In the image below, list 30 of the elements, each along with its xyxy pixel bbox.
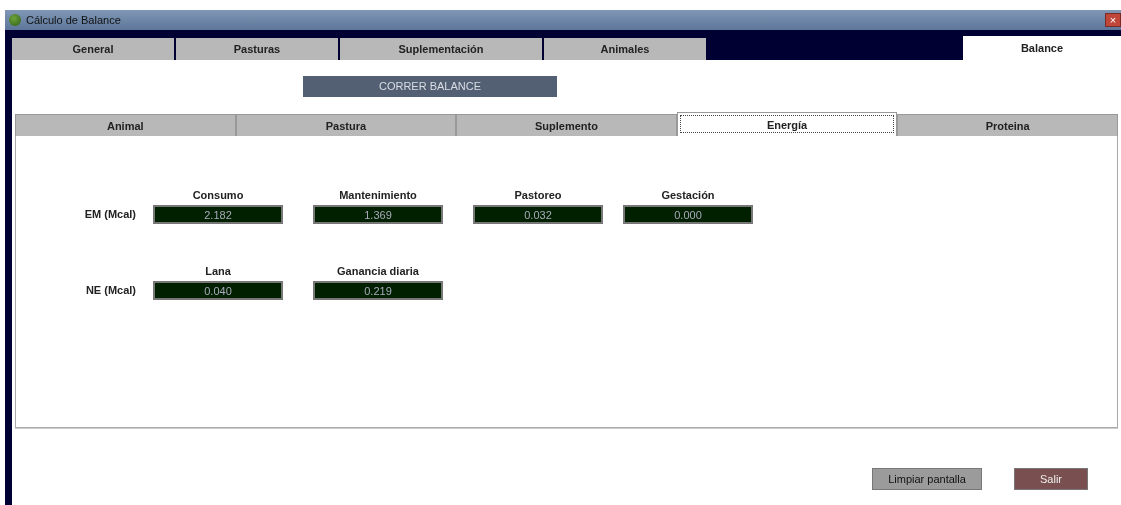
run-button[interactable]: CORRER BALANCE bbox=[303, 75, 557, 97]
close-button[interactable]: × bbox=[1105, 13, 1121, 27]
tab[interactable]: Pastura bbox=[235, 114, 457, 136]
value-field[interactable]: 0.219 bbox=[313, 281, 443, 300]
value-field[interactable]: 0.032 bbox=[473, 205, 603, 224]
value-field[interactable]: 1.369 bbox=[313, 205, 443, 224]
leaf-icon bbox=[9, 14, 21, 26]
value-field[interactable]: 2.182 bbox=[153, 205, 283, 224]
field-label: Pastoreo bbox=[514, 189, 562, 201]
tab[interactable]: Suplemento bbox=[456, 114, 677, 136]
exit-button[interactable]: Salir bbox=[1014, 468, 1088, 490]
field-label: Lana bbox=[205, 265, 231, 277]
tab[interactable]: Pasturas bbox=[176, 38, 340, 60]
window-title: Cálculo de Balance bbox=[26, 14, 122, 26]
tab[interactable]: Suplementación bbox=[340, 38, 544, 60]
value-field[interactable]: 0.000 bbox=[623, 205, 753, 224]
clear-button[interactable]: Limpiar pantalla bbox=[872, 468, 982, 490]
field-label: Gestación bbox=[661, 189, 715, 201]
value-field[interactable]: 0.040 bbox=[153, 281, 283, 300]
tab[interactable]: Energía bbox=[676, 112, 898, 136]
row-label: EM (Mcal) bbox=[83, 207, 137, 222]
tab[interactable]: Animales bbox=[544, 38, 708, 60]
field-label: Consumo bbox=[192, 189, 244, 201]
tab[interactable]: General bbox=[12, 38, 176, 60]
field-label: Mantenimiento bbox=[339, 189, 417, 201]
tab[interactable]: Proteina bbox=[897, 114, 1118, 136]
tab[interactable]: Animal bbox=[15, 114, 236, 136]
row-label: NE (Mcal) bbox=[84, 283, 137, 298]
tab[interactable]: Balance bbox=[963, 36, 1121, 60]
field-label: Ganancia diaria bbox=[337, 265, 419, 277]
